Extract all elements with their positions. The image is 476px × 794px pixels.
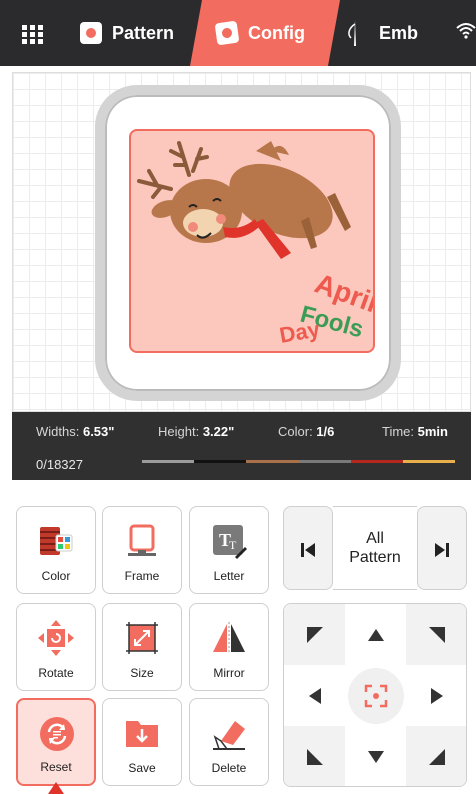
skip-next-icon (435, 543, 449, 557)
save-folder-icon (126, 721, 158, 747)
thread-color-bar (142, 460, 456, 463)
move-left-button[interactable] (284, 665, 345, 726)
move-right-button[interactable] (406, 665, 466, 726)
arrow-down-right-icon (428, 748, 445, 765)
tab-emb[interactable]: Emb (345, 0, 418, 66)
move-up-left-button[interactable] (284, 604, 345, 665)
svg-text:Day: Day (278, 316, 323, 348)
all-pattern-selector[interactable]: All Pattern (333, 506, 417, 590)
arrow-up-icon (367, 628, 384, 641)
all-pattern-line1: All (366, 530, 384, 547)
center-button[interactable] (345, 665, 406, 726)
reset-button[interactable]: Reset (16, 698, 96, 786)
reset-label: Reset (40, 760, 72, 774)
tab-config-label: Config (248, 22, 305, 43)
config-icon (214, 20, 240, 46)
arrow-down-left-icon (306, 748, 323, 765)
embroidery-hoop: April Fools Day (95, 85, 401, 401)
thread-color-segment (246, 460, 299, 463)
design-canvas[interactable]: April Fools Day (12, 72, 471, 412)
tab-emb-label: Emb (379, 22, 419, 43)
rotate-label: Rotate (38, 666, 74, 680)
delete-button[interactable]: Delete (189, 698, 269, 786)
resize-icon (126, 622, 158, 654)
arrow-up-left-icon (306, 626, 323, 643)
apps-grid-icon[interactable] (22, 25, 44, 45)
delete-label: Delete (211, 761, 247, 775)
save-label: Save (128, 761, 156, 775)
thread-color-segment (350, 460, 403, 463)
move-up-button[interactable] (345, 604, 406, 665)
mirror-button[interactable]: Mirror (189, 603, 269, 691)
thread-color-segment (402, 460, 456, 463)
svg-text:T: T (229, 538, 237, 552)
pointer-arrow-icon (48, 782, 64, 794)
top-nav-bar: Pattern Config Emb (0, 0, 476, 66)
thread-palette-icon (40, 527, 73, 555)
center-focus-icon (347, 667, 404, 724)
all-pattern-line2: Pattern (349, 549, 401, 566)
design-preview[interactable]: April Fools Day (129, 129, 375, 353)
color-info: Color: 1/6 (278, 424, 335, 439)
width-info: Widths: 6.53" (36, 424, 115, 439)
move-down-button[interactable] (345, 726, 406, 786)
april-fools-lettering: April Fools Day (278, 268, 373, 348)
previous-pattern-button[interactable] (283, 506, 333, 590)
pattern-navigator: All Pattern (283, 506, 467, 590)
tab-pattern-label: Pattern (112, 22, 175, 43)
thread-color-segment (298, 460, 351, 463)
move-direction-pad (283, 603, 467, 787)
thread-color-segment (194, 460, 247, 463)
hoop-frame-icon (128, 524, 156, 556)
move-down-right-button[interactable] (406, 726, 466, 786)
size-button[interactable]: Size (102, 603, 182, 691)
arrow-left-icon (308, 687, 321, 704)
height-info: Height: 3.22" (158, 424, 235, 439)
color-label: Color (41, 569, 71, 583)
skip-previous-icon (301, 543, 315, 557)
letter-button[interactable]: T T Letter (189, 506, 269, 594)
color-button[interactable]: Color (16, 506, 96, 594)
mirror-icon (213, 622, 245, 654)
save-button[interactable]: Save (102, 698, 182, 786)
tab-pattern[interactable]: Pattern (80, 0, 174, 66)
wifi-icon (455, 20, 476, 46)
frame-label: Frame (124, 569, 160, 583)
text-edit-icon: T T (213, 525, 247, 559)
time-info: Time: 5min (382, 424, 448, 439)
eraser-icon (213, 721, 245, 750)
needle-icon (348, 20, 356, 46)
move-up-right-button[interactable] (406, 604, 466, 665)
stitch-count: 0/18327 (36, 457, 83, 472)
rotate-button[interactable]: Rotate (16, 603, 96, 691)
arrow-down-icon (367, 750, 384, 763)
reset-icon (40, 717, 74, 751)
design-info-bar: Widths: 6.53" Height: 3.22" Color: 1/6 T… (12, 412, 471, 480)
arrow-up-right-icon (428, 626, 445, 643)
arrow-right-icon (430, 687, 443, 704)
next-pattern-button[interactable] (417, 506, 467, 590)
move-down-left-button[interactable] (284, 726, 345, 786)
pattern-icon (80, 22, 102, 44)
letter-label: Letter (213, 569, 245, 583)
tab-config[interactable]: Config (190, 0, 340, 66)
thread-color-segment (142, 460, 195, 463)
reindeer-design-image: April Fools Day (137, 141, 373, 348)
size-label: Size (130, 666, 154, 680)
mirror-label: Mirror (213, 666, 245, 680)
frame-button[interactable]: Frame (102, 506, 182, 594)
rotate-icon (38, 620, 74, 656)
